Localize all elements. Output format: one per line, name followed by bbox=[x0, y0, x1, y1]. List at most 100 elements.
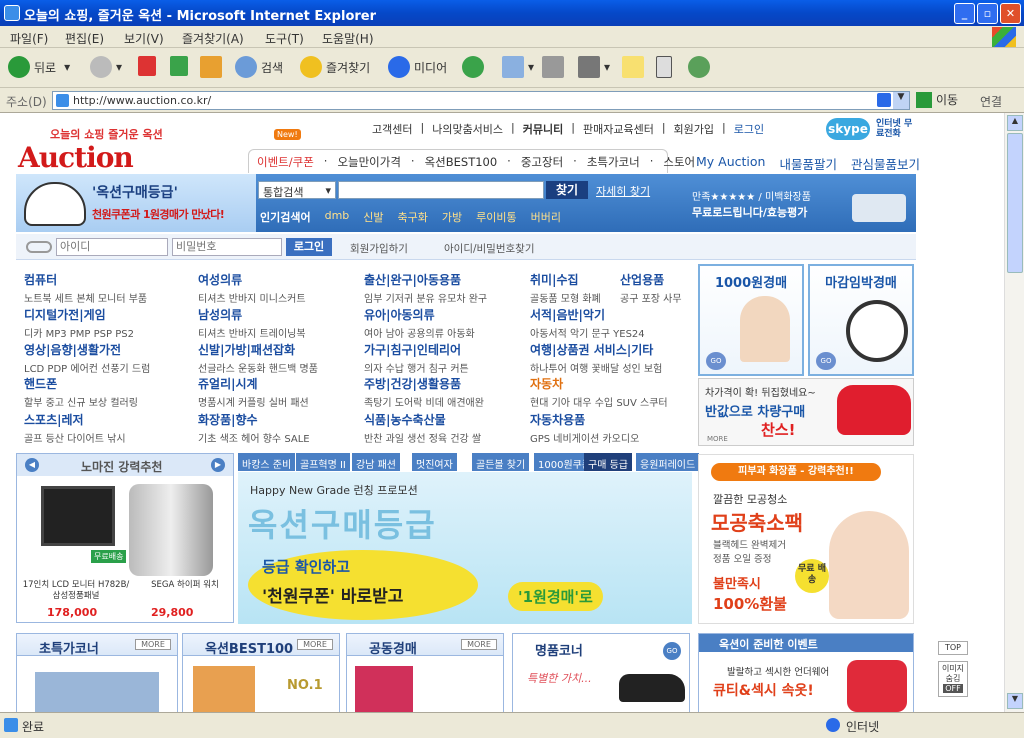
go-button[interactable]: GO bbox=[706, 352, 726, 370]
search-input[interactable] bbox=[338, 181, 544, 199]
keyword-item[interactable]: 축구화 bbox=[398, 209, 428, 225]
category-sub[interactable]: 여아 남아 공용의류 아동화 bbox=[364, 325, 534, 340]
category-item[interactable]: 자동차용품 GPS 네비게이션 카오디오 bbox=[530, 411, 700, 445]
join-link[interactable]: 회원가입하기 bbox=[350, 241, 408, 256]
menu-view[interactable]: 보기(V) bbox=[124, 30, 164, 47]
luxury-title[interactable]: 명품코너 bbox=[535, 640, 583, 659]
id-input[interactable] bbox=[56, 238, 168, 256]
banner-tab[interactable]: 골든볼 찾기 bbox=[472, 453, 530, 471]
menu-tools[interactable]: 도구(T) bbox=[265, 30, 304, 47]
maximize-button[interactable]: ▫ bbox=[977, 3, 998, 24]
auction-1000-box[interactable]: 1000원경매 GO bbox=[698, 264, 804, 376]
category-sub[interactable]: 선글라스 운동화 핸드백 명품 bbox=[198, 360, 368, 375]
product-name[interactable]: SEGA 하이퍼 워치 bbox=[135, 580, 235, 591]
nav-event[interactable]: 이벤트/쿠폰 bbox=[257, 154, 314, 169]
refresh-button[interactable] bbox=[170, 56, 192, 76]
category-title[interactable]: 여성의류 bbox=[198, 271, 368, 288]
nav-special[interactable]: 초특가코너 bbox=[587, 154, 640, 169]
research-button[interactable] bbox=[656, 56, 676, 78]
category-title[interactable]: 주방|건강|생활용품 bbox=[364, 375, 534, 392]
banner-tab[interactable]: 골프혁명 II bbox=[296, 453, 350, 471]
main-banner[interactable]: Happy New Grade 런칭 프로모션 옥션구매등급 등급 확인하고 '… bbox=[238, 472, 692, 624]
category-sub[interactable]: 골프 등산 다이어트 낚시 bbox=[24, 430, 194, 445]
discuss-button[interactable] bbox=[622, 56, 648, 78]
category-title[interactable]: 화장품|향수 bbox=[198, 411, 368, 428]
login-button[interactable]: 로그인 bbox=[286, 238, 332, 256]
banner-tab[interactable]: 응원퍼레이드 bbox=[636, 453, 700, 471]
go-button[interactable]: 이동 bbox=[916, 91, 958, 108]
seller-edu-link[interactable]: 판매자교육센터 bbox=[583, 121, 654, 137]
category-sub[interactable]: 현대 기아 대우 수입 SUV 스쿠터 bbox=[530, 394, 700, 409]
scroll-thumb[interactable] bbox=[1007, 133, 1023, 273]
edit-button[interactable]: ▾ bbox=[578, 56, 610, 78]
category-title[interactable]: 영상|음향|생활가전 bbox=[24, 341, 194, 358]
category-sub[interactable]: 할부 중고 신규 보상 컬러링 bbox=[24, 394, 194, 409]
scroll-down-button[interactable]: ▼ bbox=[1007, 693, 1023, 709]
category-item[interactable]: 디지털가전|게임 디카 MP3 PMP PSP PS2 bbox=[24, 306, 194, 340]
close-button[interactable]: ✕ bbox=[1000, 3, 1021, 24]
category-title[interactable]: 여행|상품권 서비스|기타 bbox=[530, 341, 700, 358]
category-item[interactable]: 컴퓨터 노트북 세트 본체 모니터 부품 bbox=[24, 271, 194, 305]
top-button[interactable]: TOP bbox=[938, 641, 968, 655]
address-dropdown[interactable]: ▼ bbox=[893, 92, 909, 109]
print-button[interactable] bbox=[542, 56, 568, 78]
skype-logo[interactable]: skype bbox=[826, 118, 870, 140]
lcd-monitor-image[interactable] bbox=[41, 486, 115, 546]
go-button[interactable]: GO bbox=[816, 352, 836, 370]
category-item[interactable]: 식품|농수축산물 반찬 과일 생선 정육 건강 쌀 bbox=[364, 411, 534, 445]
menu-help[interactable]: 도움말(H) bbox=[322, 30, 374, 47]
search-button[interactable]: 검색 bbox=[235, 56, 283, 78]
back-button[interactable]: 뒤로 ▾ bbox=[8, 56, 70, 78]
forward-button[interactable]: ▾ bbox=[90, 56, 122, 78]
go-button[interactable]: GO bbox=[663, 642, 681, 660]
mail-button[interactable]: ▾ bbox=[502, 56, 534, 78]
category-sub[interactable]: 노트북 세트 본체 모니터 부품 bbox=[24, 290, 194, 305]
category-sub[interactable]: 티셔츠 반바지 미니스커트 bbox=[198, 290, 368, 305]
category-item[interactable]: 취미|수집 골동품 모형 화폐 bbox=[530, 271, 616, 305]
community-link[interactable]: 커뮤니티 bbox=[523, 121, 563, 137]
detail-search-link[interactable]: 자세히 찾기 bbox=[596, 183, 650, 199]
lingerie-image[interactable] bbox=[847, 660, 907, 712]
category-sub[interactable]: LCD PDP 에어컨 선풍기 드럼 bbox=[24, 360, 194, 375]
watchlist-link[interactable]: 관심물품보기 bbox=[851, 154, 920, 173]
minimize-button[interactable]: _ bbox=[954, 3, 975, 24]
product-name[interactable]: 17인치 LCD 모니터 H782B/삼성정품패널 bbox=[21, 580, 131, 602]
shirt-image[interactable] bbox=[355, 666, 413, 712]
category-item[interactable]: 여성의류티셔츠 반바지 미니스커트 bbox=[198, 271, 368, 305]
category-title[interactable]: 출산|완구|아동용품 bbox=[364, 271, 534, 288]
category-sub[interactable]: 명품시계 커플링 실버 패션 bbox=[198, 394, 368, 409]
search-type-select[interactable]: 통합검색 ▾ bbox=[258, 181, 336, 199]
category-item[interactable]: 자동차 현대 기아 대우 수입 SUV 스쿠터 bbox=[530, 375, 700, 409]
messenger-button[interactable] bbox=[688, 56, 714, 78]
category-sub[interactable]: 족탕기 도어락 비데 애견애완 bbox=[364, 394, 534, 409]
keyword-item[interactable]: dmb bbox=[325, 209, 350, 225]
media-button[interactable]: 미디어 bbox=[388, 56, 447, 78]
nav-used[interactable]: 중고장터 bbox=[521, 154, 563, 169]
category-item[interactable]: 스포츠|레저 골프 등산 다이어트 낚시 bbox=[24, 411, 194, 445]
category-sub[interactable]: GPS 네비게이션 카오디오 bbox=[530, 430, 700, 445]
grade-promo[interactable]: '옥션구매등급' 천원쿠폰과 1원경매가 만났다! bbox=[16, 174, 256, 232]
nav-today-price[interactable]: 오늘만이가격 bbox=[337, 154, 400, 169]
category-item[interactable]: 주방|건강|생활용품족탕기 도어락 비데 애견애완 bbox=[364, 375, 534, 409]
category-sub[interactable]: 반찬 과일 생선 정육 건강 쌀 bbox=[364, 430, 534, 445]
cosmetic-ad-line1[interactable]: 만족★★★★★ / 미백화장품 bbox=[692, 188, 811, 203]
keyword-item[interactable]: 루이비통 bbox=[476, 209, 516, 225]
banner-tab[interactable]: 강남 패션 bbox=[352, 453, 400, 471]
my-auction-link[interactable]: My Auction bbox=[696, 154, 765, 173]
category-item[interactable]: 출산|완구|아동용품 임부 기저귀 분유 유모차 완구 bbox=[364, 271, 534, 305]
address-input[interactable]: http://www.auction.co.kr/ ▼ bbox=[52, 91, 910, 110]
category-item[interactable]: 여행|상품권 서비스|기타 하나투어 여행 꽃배달 성인 보험 bbox=[530, 341, 700, 375]
category-title[interactable]: 남성의류 bbox=[198, 306, 368, 323]
category-item[interactable]: 신발|가방|패션잡화 선글라스 운동화 핸드백 명품 bbox=[198, 341, 368, 375]
scroll-up-button[interactable]: ▲ bbox=[1007, 115, 1023, 131]
menu-favorites[interactable]: 즐겨찾기(A) bbox=[182, 30, 244, 47]
banner-tab[interactable]: 구매 등급 bbox=[584, 453, 632, 471]
login-link[interactable]: 로그인 bbox=[734, 121, 764, 137]
vertical-scrollbar[interactable]: ▲ ▼ bbox=[1004, 113, 1024, 712]
search-button[interactable]: 찾기 bbox=[546, 181, 588, 199]
nav-store[interactable]: 스토어 bbox=[663, 154, 695, 169]
home-button[interactable] bbox=[200, 56, 226, 78]
prev-arrow-icon[interactable]: ◀ bbox=[25, 458, 39, 472]
category-title[interactable]: 핸드폰 bbox=[24, 375, 194, 392]
history-button[interactable] bbox=[462, 56, 488, 78]
